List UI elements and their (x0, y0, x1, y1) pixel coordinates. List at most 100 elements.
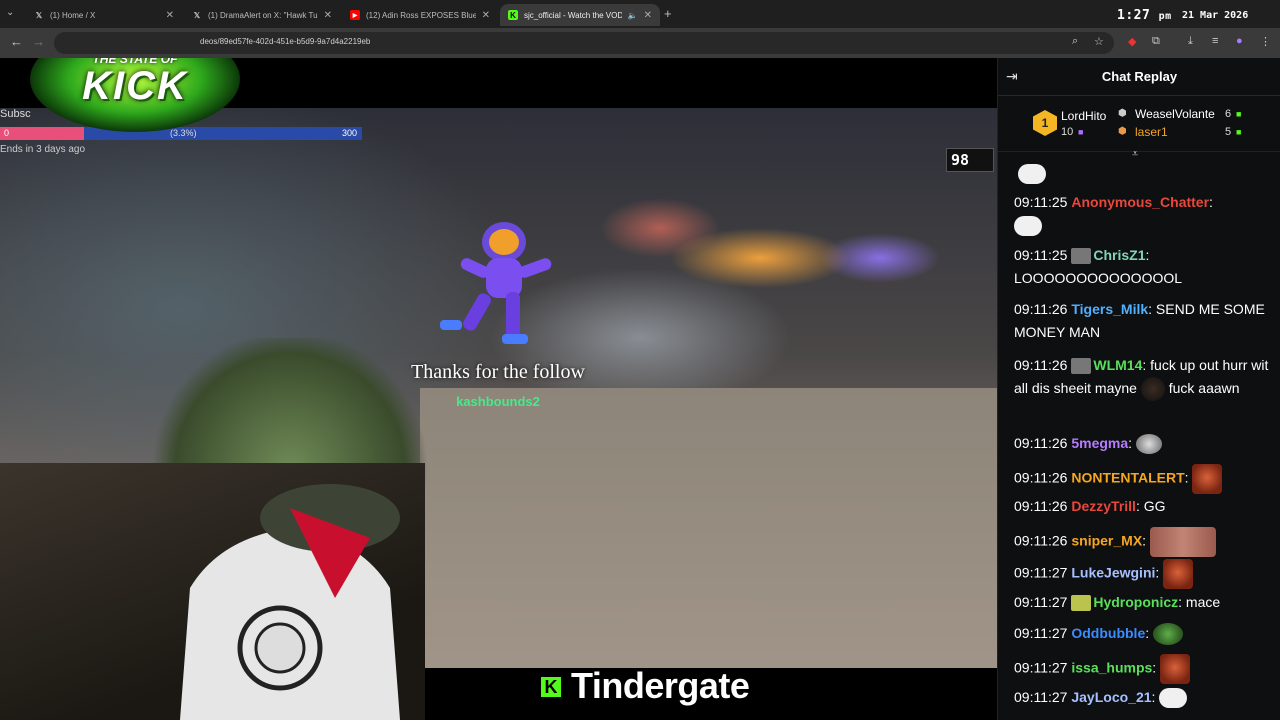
clock-date: 21 Mar 2026 (1182, 10, 1249, 21)
chat-username[interactable]: JayLoco_21 (1071, 689, 1151, 705)
colon: : (1148, 301, 1153, 317)
chat-emote (1160, 654, 1191, 684)
colon: : (1135, 498, 1140, 514)
user-badge (1071, 248, 1092, 265)
chat-message: 09:11:27 JayLoco_21: (1014, 686, 1272, 709)
chat-username[interactable]: DezzyTrill (1071, 498, 1136, 514)
browser-tab-dramaalert[interactable]: 𝕏 (1) DramaAlert on X: "Hawk Tu ✕ (184, 4, 340, 26)
colon: : (1209, 194, 1213, 210)
colon: : (1142, 357, 1147, 373)
close-tab-icon[interactable]: ✕ (644, 10, 652, 21)
message-timestamp: 09:11:27 (1014, 659, 1068, 676)
chat-username[interactable]: WLM14 (1093, 357, 1142, 373)
extension-icon[interactable]: ◆ (1128, 35, 1136, 48)
close-tab-icon[interactable]: ✕ (482, 10, 490, 21)
chat-username[interactable]: Anonymous_Chatter (1071, 194, 1209, 210)
chat-username[interactable]: issa_humps (1071, 660, 1152, 676)
rank-number: 1 (1041, 116, 1049, 130)
message-timestamp: 09:11:26 (1014, 357, 1068, 373)
chat-emote (1135, 434, 1162, 455)
bookmark-star-icon[interactable]: ☆ (1094, 35, 1104, 48)
user-badge (1071, 595, 1092, 612)
chat-username[interactable]: ChrisZ1 (1093, 247, 1145, 263)
browser-tab-kick-active[interactable]: K sjc_official - Watch the VOD 🔈 ✕ (500, 4, 660, 26)
colon: : (1128, 435, 1133, 451)
chat-message: 09:11:27 issa_humps: (1014, 654, 1272, 684)
gift-gem-icon: ■ (1236, 109, 1242, 119)
rank-second-badge-icon: ⬢ (1118, 108, 1127, 119)
browser-tab-strip: ⌄ 𝕏 (1) Home / X ✕ 𝕏 (1) DramaAlert on X… (0, 0, 1280, 28)
colon: : (1184, 469, 1189, 486)
browser-toolbar: ← → deos/89ed57fe-402d-451e-b5d9-9a7d4a2… (0, 28, 1280, 58)
tab-title: (12) Adin Ross EXPOSES Bluefa (366, 10, 476, 20)
rank-first-badge-icon: 1 (1033, 110, 1057, 136)
chat-username[interactable]: NONTENTALERT (1071, 470, 1184, 486)
chat-emote (1163, 559, 1194, 589)
colon: : (1152, 659, 1157, 676)
new-tab-button[interactable]: + (664, 6, 672, 21)
youtube-icon: ▶ (350, 10, 360, 20)
message-timestamp: 09:11:27 (1014, 594, 1068, 610)
chat-username[interactable]: LukeJewgini (1071, 565, 1155, 581)
leader-third-count: 5 (1225, 126, 1232, 138)
forward-arrow-icon[interactable]: → (32, 34, 45, 49)
leader-second-name[interactable]: WeaselVolante (1135, 107, 1215, 121)
colon: : (1142, 532, 1147, 549)
chat-message: 09:11:26 5megma: (1014, 432, 1272, 455)
url-text[interactable]: deos/89ed57fe-402d-451e-b5d9-9a7d4a2219e… (200, 37, 370, 46)
clock-time: 1:27 pm (1117, 8, 1172, 23)
back-arrow-icon[interactable]: ← (10, 34, 23, 49)
kick-icon: K (508, 10, 518, 20)
media-control-icon[interactable]: ≡ (1212, 35, 1218, 47)
download-icon[interactable]: ⤓ (1188, 35, 1193, 48)
zoom-icon[interactable]: ⌕ (1072, 35, 1078, 48)
chat-message: 09:11:26 NONTENTALERT: (1014, 464, 1272, 494)
user-badge (1071, 358, 1092, 375)
extensions-puzzle-icon[interactable]: ⧉ (1152, 35, 1160, 48)
chat-username[interactable]: sniper_MX (1071, 533, 1142, 549)
message-timestamp: 09:11:26 (1014, 435, 1068, 451)
chat-header: ⇥ Chat Replay (998, 58, 1280, 96)
browser-tab-youtube[interactable]: ▶ (12) Adin Ross EXPOSES Bluefa ✕ (342, 4, 498, 26)
chat-username[interactable]: Hydroponicz (1093, 594, 1178, 610)
chat-emote (1014, 216, 1042, 237)
close-tab-icon[interactable]: ✕ (324, 10, 332, 21)
expand-leaderboard-icon[interactable]: ⩡ (1132, 148, 1138, 161)
colon: : (1178, 594, 1183, 610)
chat-message: 09:11:26 DezzyTrill: GG (1014, 495, 1272, 518)
message-timestamp: 09:11:27 (1014, 625, 1068, 641)
leader-first-name[interactable]: LordHito (1061, 109, 1106, 123)
close-tab-icon[interactable]: ✕ (166, 10, 174, 21)
colon: : (1151, 689, 1156, 705)
stream-title-banner: Tindergate (571, 665, 750, 706)
sub-goal-progress-bar: 0 (3.3%) 300 (0, 127, 362, 140)
leader-third-name[interactable]: laser1 (1135, 125, 1168, 139)
chat-message: 09:11:27 LukeJewgini: (1014, 559, 1272, 589)
progress-end: 300 (342, 128, 358, 138)
chat-emote (1140, 377, 1165, 402)
profile-avatar-icon[interactable]: ● (1236, 35, 1243, 47)
message-timestamp: 09:11:25 (1014, 194, 1068, 210)
clock-hours: 1:27 (1117, 8, 1151, 23)
chat-emote (1018, 164, 1046, 184)
message-timestamp: 09:11:26 (1014, 469, 1068, 486)
message-text: mace (1185, 594, 1221, 610)
tab-search-chevron-icon[interactable]: ⌄ (6, 7, 22, 21)
kebab-menu-icon[interactable]: ⋮ (1260, 35, 1271, 48)
chat-message: 09:11:27 Oddbubble: (1014, 622, 1272, 646)
goal-ends-text: Ends in 3 days ago (0, 144, 86, 155)
chat-username[interactable]: Oddbubble (1071, 625, 1145, 641)
message-text: LOOOOOOOOOOOOOOL (1014, 270, 1183, 286)
message-timestamp: 09:11:25 (1014, 247, 1068, 263)
speaker-icon[interactable]: 🔈 (628, 11, 638, 20)
x-logo-icon: 𝕏 (35, 10, 43, 20)
chat-username[interactable]: 5megma (1071, 435, 1128, 451)
gift-leaderboard: 1 LordHito 10 ■ ⬢ WeaselVolante 6 ■ ⬢ la… (998, 96, 1280, 152)
sub-goal-label: Subsc (0, 108, 31, 120)
message-timestamp: 09:11:26 (1014, 498, 1068, 514)
browser-tab-x-home[interactable]: 𝕏 (1) Home / X ✕ (26, 4, 182, 26)
video-player[interactable]: THE STATE OF KICK Subsc 0 (3.3%) 300 End… (0, 58, 997, 720)
progress-fill (0, 127, 84, 140)
clock-ampm: pm (1158, 11, 1172, 22)
chat-username[interactable]: Tigers_Milk (1071, 301, 1148, 317)
